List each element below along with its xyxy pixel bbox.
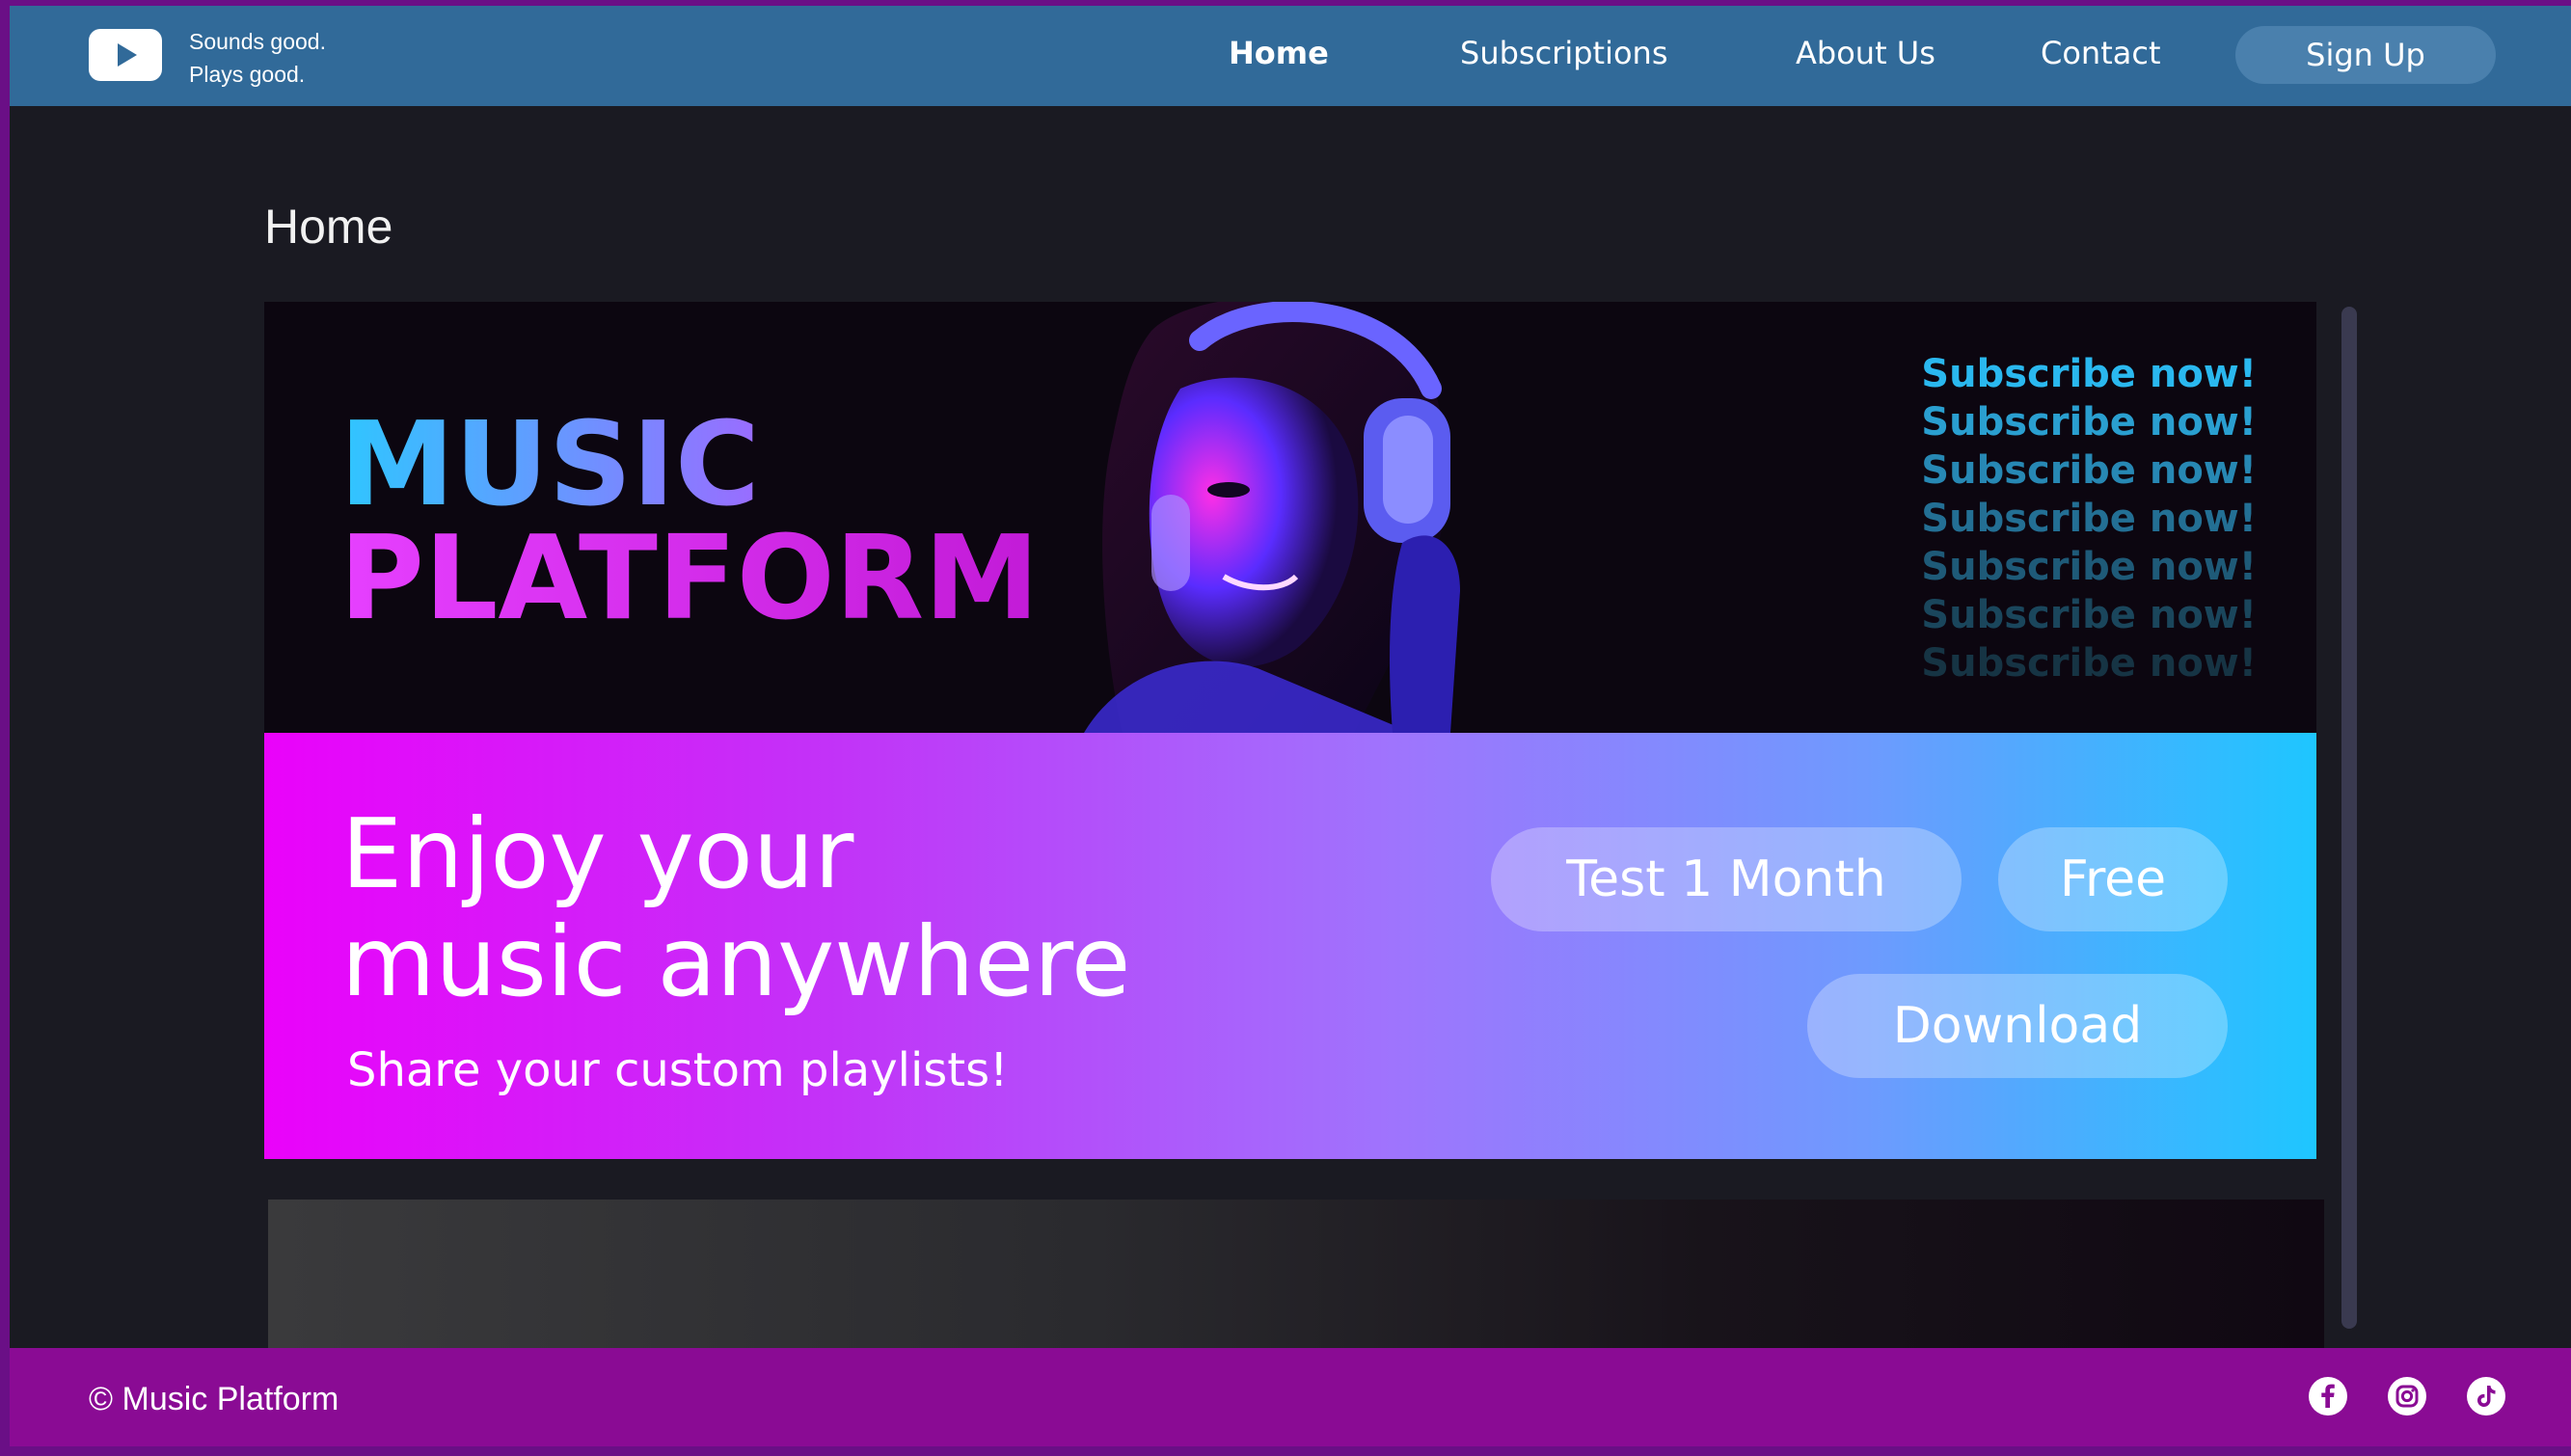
tagline-line-2: Plays good.: [189, 62, 306, 87]
subscribe-now-text: Subscribe now!: [1921, 400, 2257, 445]
subscribe-now-text: Subscribe now!: [1921, 593, 2257, 637]
play-logo-icon[interactable]: [89, 29, 162, 81]
footer: © Music Platform: [10, 1348, 2571, 1446]
top-navigation-bar: Sounds good. Plays good. Home Subscripti…: [10, 6, 2571, 106]
test-1-month-button[interactable]: Test 1 Month: [1491, 827, 1962, 931]
headline-line-1: Enjoy your: [341, 797, 854, 910]
instagram-icon[interactable]: [2388, 1377, 2426, 1416]
hero-headline: Enjoy your music anywhere: [341, 800, 1130, 1016]
page-title: Home: [264, 200, 393, 254]
subscribe-now-text: Subscribe now!: [1921, 545, 2257, 589]
facebook-icon[interactable]: [2309, 1377, 2347, 1416]
subscribe-now-text: Subscribe now!: [1921, 497, 2257, 541]
nav-subscriptions[interactable]: Subscriptions: [1460, 35, 1668, 71]
hero-cta-panel: Enjoy your music anywhere Share your cus…: [264, 733, 2316, 1159]
nav-contact[interactable]: Contact: [2041, 35, 2161, 71]
subscribe-now-text: Subscribe now!: [1921, 641, 2257, 686]
headline-line-2: music anywhere: [341, 905, 1131, 1018]
download-button[interactable]: Download: [1807, 974, 2228, 1078]
scrollbar[interactable]: [2341, 307, 2357, 1329]
subscribe-now-text: Subscribe now!: [1921, 448, 2257, 493]
tiktok-icon[interactable]: [2467, 1377, 2505, 1416]
brand-tagline: Sounds good. Plays good.: [189, 25, 326, 91]
copyright-text: © Music Platform: [89, 1381, 339, 1417]
subscribe-now-text: Subscribe now!: [1921, 352, 2257, 396]
free-button[interactable]: Free: [1998, 827, 2228, 931]
nav-about-us[interactable]: About Us: [1796, 35, 1935, 71]
app-window: Sounds good. Plays good. Home Subscripti…: [10, 6, 2571, 1446]
next-content-card: [268, 1200, 2324, 1354]
hero-subtext: Share your custom playlists!: [347, 1043, 1009, 1097]
tagline-line-1: Sounds good.: [189, 29, 326, 54]
hero-banner: MUSIC PLATFORM Subscribe now! Subscribe …: [264, 302, 2316, 733]
sign-up-button[interactable]: Sign Up: [2235, 26, 2496, 84]
headphones-woman-photo: [1007, 302, 1701, 733]
hero-title-platform: PLATFORM: [339, 512, 1040, 646]
nav-home[interactable]: Home: [1229, 35, 1329, 71]
